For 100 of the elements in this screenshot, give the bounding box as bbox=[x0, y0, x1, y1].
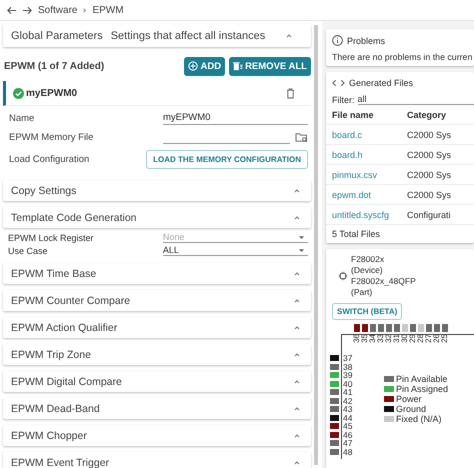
section-header[interactable]: EPWM Digital Compare bbox=[3, 371, 311, 392]
trash-icon[interactable] bbox=[286, 88, 295, 98]
field-label: Use Case bbox=[8, 246, 49, 256]
panel-title: Problems bbox=[347, 36, 386, 46]
pin-number: 43 bbox=[343, 404, 352, 414]
table-cell: C2000 Sys bbox=[407, 170, 452, 180]
load-configuration-button[interactable]: LOAD THE MEMORY CONFIGURATION bbox=[146, 150, 308, 169]
plus-circle-icon bbox=[188, 61, 198, 71]
chevron-up-icon[interactable] bbox=[293, 352, 301, 358]
section-header[interactable]: EPWM Chopper bbox=[3, 425, 311, 446]
pin-number: 38 bbox=[343, 362, 352, 372]
device-text: F28002x bbox=[351, 254, 386, 265]
file-link[interactable]: untitled.syscfg bbox=[332, 210, 407, 220]
problems-message: There are no problems in the curren bbox=[332, 52, 474, 62]
section-header[interactable]: EPWM Counter Compare bbox=[3, 290, 311, 311]
pin-number: 27 bbox=[426, 334, 432, 343]
pin-number: 37 bbox=[343, 353, 352, 364]
file-link[interactable]: epwm.dot bbox=[332, 190, 407, 200]
chevron-up-icon[interactable] bbox=[285, 32, 293, 38]
section-header[interactable]: EPWM Time Base bbox=[3, 263, 311, 284]
pin-number: 44 bbox=[343, 412, 352, 423]
section-header[interactable]: Copy Settings bbox=[3, 180, 311, 201]
filter-label: Filter: bbox=[332, 95, 354, 105]
add-button[interactable]: ADD bbox=[184, 56, 226, 76]
section-title: EPWM Dead-Band bbox=[11, 402, 100, 414]
section-title[interactable]: Global Parameters bbox=[11, 30, 103, 42]
pin-number: 45 bbox=[343, 421, 352, 432]
legend-label: Power bbox=[396, 394, 422, 404]
trash-list-icon bbox=[233, 61, 244, 71]
column-header[interactable]: File name bbox=[332, 110, 407, 120]
instance-row[interactable]: myEPWM0 bbox=[3, 81, 311, 106]
legend-label: Ground bbox=[396, 404, 426, 414]
filter-input-field[interactable]: all bbox=[358, 94, 474, 105]
code-icon bbox=[332, 79, 345, 87]
forward-arrow-icon[interactable] bbox=[22, 4, 33, 16]
info-icon bbox=[332, 35, 343, 46]
section-title: EPWM Counter Compare bbox=[11, 294, 130, 306]
scrollbar[interactable] bbox=[314, 25, 318, 465]
breadcrumb-item[interactable]: EPWM bbox=[92, 4, 124, 16]
chevron-up-icon[interactable] bbox=[293, 324, 301, 330]
table-cell: C2000 Sys bbox=[407, 150, 452, 160]
chevron-up-icon[interactable] bbox=[293, 298, 301, 304]
instance-name: myEPWM0 bbox=[26, 88, 78, 98]
total-files-text: 5 Total Files bbox=[332, 228, 381, 239]
file-link[interactable]: board.h bbox=[332, 150, 407, 160]
section-title: EPWM Event Trigger bbox=[11, 456, 110, 468]
chevron-up-icon[interactable] bbox=[293, 188, 301, 194]
switch-button[interactable]: SWITCH (BETA) bbox=[332, 303, 402, 320]
back-arrow-icon[interactable] bbox=[6, 4, 17, 16]
pin-number: 42 bbox=[343, 396, 352, 406]
chevron-up-icon[interactable] bbox=[293, 432, 301, 438]
dropdown-caret-icon bbox=[298, 234, 305, 240]
pin-number: 47 bbox=[343, 438, 352, 448]
table-cell: C2000 Sys bbox=[407, 190, 452, 200]
section-header[interactable]: EPWM Event Trigger bbox=[3, 452, 311, 468]
dropdown-field[interactable]: ALL bbox=[162, 245, 308, 256]
device-text: (Device) bbox=[351, 265, 384, 276]
chevron-up-icon[interactable] bbox=[293, 378, 301, 384]
section-subtitle: Settings that affect all instances bbox=[110, 30, 266, 42]
section-header[interactable]: Template Code Generation bbox=[3, 207, 311, 228]
folder-search-icon[interactable] bbox=[295, 132, 308, 143]
pin-number: 40 bbox=[343, 378, 352, 389]
column-header[interactable]: Category bbox=[407, 110, 446, 120]
breadcrumb-item[interactable]: Software bbox=[38, 4, 78, 16]
section-title: Copy Settings bbox=[11, 184, 76, 196]
pin-square[interactable] bbox=[330, 432, 339, 438]
field-label: Load Configuration bbox=[9, 154, 90, 165]
field-label: Name bbox=[9, 113, 36, 124]
name-input-field[interactable]: myEPWM0 bbox=[162, 112, 308, 125]
device-text: (Part) bbox=[351, 287, 374, 298]
pin-square[interactable] bbox=[330, 414, 339, 421]
chevron-up-icon[interactable] bbox=[293, 460, 301, 466]
module-title: EPWM (1 of 7 Added) bbox=[3, 60, 104, 72]
chevron-up-icon[interactable] bbox=[293, 270, 301, 276]
field-label: EPWM Lock Register bbox=[8, 232, 95, 242]
section-header[interactable]: EPWM Dead-Band bbox=[3, 398, 311, 419]
chevron-up-icon[interactable] bbox=[293, 406, 301, 412]
pin-number: 41 bbox=[343, 387, 352, 398]
legend-label: Pin Available bbox=[396, 374, 448, 384]
pin-number: 31 bbox=[394, 334, 400, 343]
pin-square[interactable] bbox=[330, 423, 339, 430]
field-label: EPWM Memory File bbox=[9, 132, 94, 143]
section-title: EPWM Time Base bbox=[11, 268, 96, 280]
dropdown-caret-icon bbox=[298, 248, 305, 252]
pin-number: 48 bbox=[343, 446, 352, 457]
section-header[interactable]: EPWM Action Qualifier bbox=[3, 317, 311, 338]
pin-square[interactable] bbox=[330, 355, 339, 362]
section-title: Template Code Generation bbox=[11, 212, 136, 224]
file-link[interactable]: board.c bbox=[332, 130, 407, 140]
table-cell: C2000 Sys bbox=[407, 130, 452, 140]
legend-label: Pin Assigned bbox=[396, 384, 448, 394]
section-title: EPWM Trip Zone bbox=[11, 348, 91, 360]
check-circle-icon bbox=[13, 88, 24, 98]
section-header[interactable]: EPWM Trip Zone bbox=[3, 344, 311, 365]
table-cell: Configurati bbox=[407, 210, 451, 220]
chevron-up-icon[interactable] bbox=[293, 214, 301, 220]
file-link[interactable]: pinmux.csv bbox=[332, 170, 407, 180]
pin-number: 46 bbox=[343, 430, 352, 440]
section-title: EPWM Action Qualifier bbox=[11, 322, 118, 334]
remove-all-button[interactable]: REMOVE ALL bbox=[229, 56, 311, 76]
